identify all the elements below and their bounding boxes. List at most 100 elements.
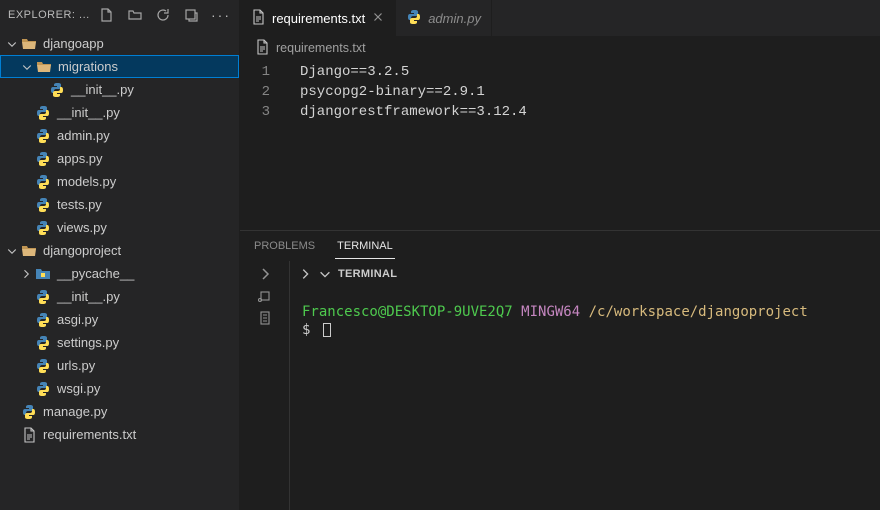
- file-row[interactable]: apps.py: [0, 147, 239, 170]
- file-row[interactable]: manage.py: [0, 400, 239, 423]
- tab-label: admin.py: [428, 11, 481, 26]
- file-row[interactable]: tests.py: [0, 193, 239, 216]
- text-icon: [20, 427, 38, 443]
- chevron-icon[interactable]: [4, 38, 20, 50]
- file-row[interactable]: requirements.txt: [0, 423, 239, 446]
- python-icon: [34, 151, 52, 167]
- breadcrumb-file-icon: [254, 39, 270, 58]
- folder-open-icon: [20, 243, 38, 259]
- chevron-icon[interactable]: [19, 61, 35, 73]
- tree-label: apps.py: [57, 151, 103, 166]
- new-folder-icon[interactable]: [127, 7, 143, 23]
- terminal-content[interactable]: Francesco@DESKTOP-9UVE2Q7 MINGW64 /c/wor…: [290, 287, 880, 510]
- file-row[interactable]: __init__.py: [0, 78, 239, 101]
- collapse-all-icon[interactable]: [183, 7, 199, 23]
- panel-gutter: [240, 261, 290, 510]
- tree-label: djangoproject: [43, 243, 121, 258]
- editor-tabs: requirements.txt admin.py: [240, 0, 880, 36]
- chevron-right-icon: [298, 267, 312, 281]
- file-row[interactable]: __init__.py: [0, 285, 239, 308]
- new-file-icon[interactable]: [99, 7, 115, 23]
- tree-label: djangoapp: [43, 36, 104, 51]
- chevron-right-icon[interactable]: [257, 266, 273, 282]
- folder-row[interactable]: djangoapp: [0, 32, 239, 55]
- terminal-prompt: $: [302, 322, 310, 338]
- line-number: 2: [240, 82, 270, 102]
- python-icon: [34, 335, 52, 351]
- bottom-panel: PROBLEMS TERMINAL TERMINAL Francesco@DES…: [240, 230, 880, 510]
- tree-label: __pycache__: [57, 266, 134, 281]
- folder-pycache-icon: [34, 266, 52, 282]
- file-row[interactable]: views.py: [0, 216, 239, 239]
- breadcrumb[interactable]: requirements.txt: [240, 36, 880, 60]
- tree-label: urls.py: [57, 358, 95, 373]
- folder-open-icon: [35, 59, 53, 75]
- breadcrumb-label: requirements.txt: [276, 41, 366, 55]
- line-number: 1: [240, 62, 270, 82]
- tree-label: views.py: [57, 220, 107, 235]
- explorer-sidebar: EXPLORER: ... ··· djangoapp migrations __i…: [0, 0, 240, 510]
- tree-label: wsgi.py: [57, 381, 100, 396]
- python-icon: [34, 312, 52, 328]
- terminal-cursor: [323, 323, 331, 337]
- tree-label: __init__.py: [57, 289, 120, 304]
- file-row[interactable]: models.py: [0, 170, 239, 193]
- file-row[interactable]: asgi.py: [0, 308, 239, 331]
- code-line: djangorestframework==3.12.4: [300, 102, 527, 122]
- folder-row[interactable]: migrations: [0, 55, 239, 78]
- terminal-header[interactable]: TERMINAL: [290, 261, 880, 287]
- code-line: Django==3.2.5: [300, 62, 527, 82]
- chevron-icon[interactable]: [18, 268, 34, 280]
- tab-problems[interactable]: PROBLEMS: [252, 234, 317, 258]
- terminal-area: TERMINAL Francesco@DESKTOP-9UVE2Q7 MINGW…: [290, 261, 880, 510]
- python-icon: [34, 358, 52, 374]
- file-row[interactable]: admin.py: [0, 124, 239, 147]
- file-row[interactable]: wsgi.py: [0, 377, 239, 400]
- tree-label: models.py: [57, 174, 116, 189]
- tab-terminal[interactable]: TERMINAL: [335, 234, 395, 259]
- folder-row[interactable]: __pycache__: [0, 262, 239, 285]
- tree-label: manage.py: [43, 404, 107, 419]
- python-icon: [34, 174, 52, 190]
- terminal-user: Francesco@DESKTOP-9UVE2Q7: [302, 304, 513, 320]
- clipboard-icon[interactable]: [257, 310, 273, 326]
- close-icon[interactable]: [371, 10, 385, 27]
- terminal-system: MINGW64: [521, 304, 580, 320]
- tree-label: admin.py: [57, 128, 110, 143]
- file-row[interactable]: __init__.py: [0, 101, 239, 124]
- terminal-label: TERMINAL: [338, 268, 397, 280]
- python-icon: [20, 404, 38, 420]
- python-icon: [34, 197, 52, 213]
- python-icon: [34, 220, 52, 236]
- refresh-icon[interactable]: [155, 7, 171, 23]
- editor-tab[interactable]: requirements.txt: [240, 0, 396, 36]
- tree-label: asgi.py: [57, 312, 98, 327]
- main-area: requirements.txt admin.py requirements.tx…: [240, 0, 880, 510]
- file-row[interactable]: urls.py: [0, 354, 239, 377]
- explorer-header: EXPLORER: ... ···: [0, 0, 239, 30]
- editor-tab[interactable]: admin.py: [396, 0, 492, 36]
- line-gutter: 123: [240, 62, 290, 230]
- tree-label: migrations: [58, 59, 118, 74]
- code-content[interactable]: Django==3.2.5psycopg2-binary==2.9.1djang…: [290, 62, 527, 230]
- explorer-actions: ···: [99, 7, 231, 23]
- editor[interactable]: 123 Django==3.2.5psycopg2-binary==2.9.1d…: [240, 60, 880, 230]
- folder-row[interactable]: djangoproject: [0, 239, 239, 262]
- folder-open-icon: [20, 36, 38, 52]
- line-number: 3: [240, 102, 270, 122]
- file-row[interactable]: settings.py: [0, 331, 239, 354]
- debug-breakpoint-icon[interactable]: [257, 288, 273, 304]
- python-icon: [34, 105, 52, 121]
- python-icon: [48, 82, 66, 98]
- tree-label: __init__.py: [71, 82, 134, 97]
- terminal-path: /c/workspace/djangoproject: [589, 304, 808, 320]
- panel-tabs: PROBLEMS TERMINAL: [240, 231, 880, 261]
- text-icon: [250, 9, 266, 28]
- python-icon: [406, 9, 422, 28]
- file-tree: djangoapp migrations __init__.py __init__.p…: [0, 30, 239, 510]
- python-icon: [34, 289, 52, 305]
- more-icon[interactable]: ···: [211, 7, 231, 23]
- chevron-icon[interactable]: [4, 245, 20, 257]
- explorer-title: EXPLORER: ...: [8, 9, 99, 21]
- panel-body: TERMINAL Francesco@DESKTOP-9UVE2Q7 MINGW…: [240, 261, 880, 510]
